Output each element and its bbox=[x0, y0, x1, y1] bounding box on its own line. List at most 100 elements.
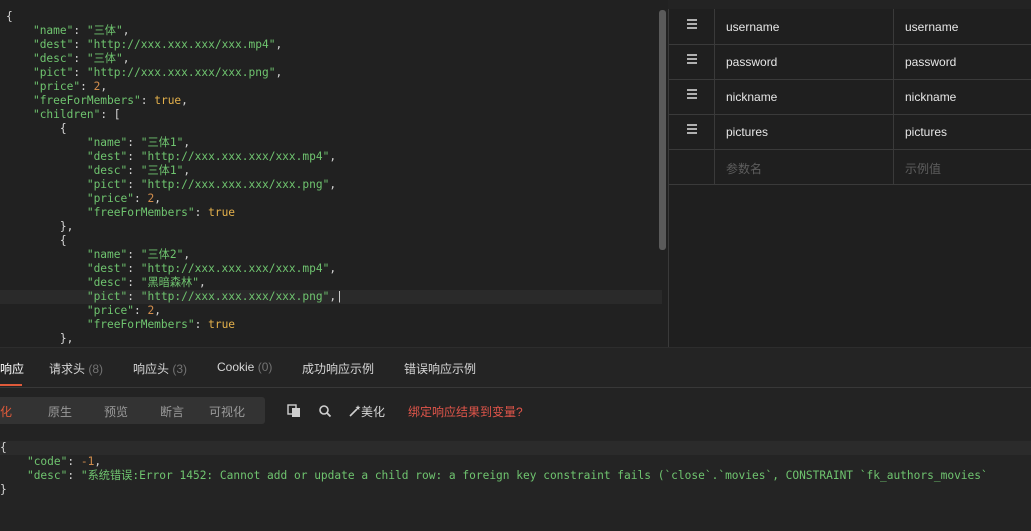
tab-error-example[interactable]: 错误响应示例 bbox=[404, 360, 476, 377]
count-badge: (0) bbox=[257, 360, 273, 374]
response-tabs: 响应 请求头 (8) 响应头 (3) Cookie (0) 成功响应示例 错误响… bbox=[0, 347, 1031, 388]
param-name-cell[interactable]: nickname bbox=[715, 79, 894, 114]
param-example-cell[interactable]: password bbox=[894, 44, 1031, 79]
format-pretty[interactable]: 美化 bbox=[0, 403, 12, 420]
beautify-label: 美化 bbox=[361, 405, 386, 419]
drag-handle-icon[interactable] bbox=[669, 9, 715, 44]
copy-icon[interactable] bbox=[287, 404, 301, 418]
code-token: , bbox=[122, 52, 130, 65]
param-name-input[interactable]: 参数名 bbox=[715, 149, 894, 184]
request-body-editor[interactable]: { "name": "三体", "dest": "http://xxx.xxx.… bbox=[0, 0, 668, 347]
code-token: , bbox=[154, 192, 161, 205]
code-line: "dest": "http://xxx.xxx.xxx/xxx.mp4", bbox=[6, 150, 662, 164]
code-token: "dest" bbox=[86, 262, 128, 275]
code-token: , bbox=[275, 38, 283, 51]
param-example-input[interactable]: 示例值 bbox=[894, 149, 1031, 184]
code-line: "pict": "http://xxx.xxx.xxx/xxx.png", bbox=[6, 66, 662, 80]
code-token: "price" bbox=[32, 80, 81, 93]
param-example-cell[interactable]: username bbox=[894, 9, 1031, 44]
format-visualize[interactable]: 可视化 bbox=[209, 403, 245, 420]
format-preview[interactable]: 预览 bbox=[104, 403, 128, 420]
param-row: pictures pictures bbox=[669, 114, 1031, 150]
code-token: }, bbox=[59, 220, 74, 233]
code-line: { bbox=[6, 10, 662, 24]
tab-request-headers[interactable]: 请求头 (8) bbox=[49, 360, 103, 377]
code-token: , bbox=[183, 136, 191, 149]
tab-success-example[interactable]: 成功响应示例 bbox=[302, 360, 374, 377]
code-line: "children": [ bbox=[6, 108, 662, 122]
code-token: : bbox=[133, 304, 148, 317]
code-token: : bbox=[67, 455, 81, 468]
code-line: "dest": "http://xxx.xxx.xxx/xxx.mp4", bbox=[6, 262, 662, 276]
tab-response[interactable]: 响应 bbox=[0, 360, 24, 377]
tab-cookie[interactable]: Cookie (0) bbox=[217, 360, 272, 374]
code-line: "pict": "http://xxx.xxx.xxx/xxx.png", bbox=[6, 178, 662, 192]
code-line: { bbox=[6, 122, 662, 136]
code-token: : bbox=[127, 262, 141, 275]
tab-response-headers[interactable]: 响应头 (3) bbox=[133, 360, 187, 377]
format-assert[interactable]: 断言 bbox=[160, 403, 184, 420]
code-token: { bbox=[0, 441, 7, 454]
code-token: "三体2" bbox=[140, 248, 184, 261]
param-example-cell[interactable]: nickname bbox=[894, 79, 1031, 114]
code-token: "系统错误:Error 1452: Cannot add or update a… bbox=[80, 469, 988, 482]
code-token: : bbox=[140, 94, 155, 107]
response-body[interactable]: { "code": -1, "desc": "系统错误:Error 1452: … bbox=[0, 440, 1031, 510]
format-switch: 美化 原生 预览 断言 可视化 bbox=[0, 397, 265, 424]
code-token: , bbox=[183, 248, 191, 261]
active-tab-indicator bbox=[0, 384, 22, 386]
code-token: , bbox=[181, 94, 188, 107]
format-raw[interactable]: 原生 bbox=[48, 403, 72, 420]
code-token: , bbox=[154, 304, 161, 317]
code-token: , bbox=[198, 276, 206, 289]
response-code: { "code": -1, "desc": "系统错误:Error 1452: … bbox=[0, 441, 1031, 497]
code-token: : bbox=[194, 206, 209, 219]
code-token: "dest" bbox=[86, 150, 128, 163]
param-example: username bbox=[905, 20, 959, 34]
code-line: "price": 2, bbox=[6, 80, 662, 94]
beautify-button[interactable]: 美化 bbox=[349, 403, 385, 420]
magic-wand-icon bbox=[349, 405, 361, 417]
search-icon[interactable] bbox=[318, 404, 332, 418]
editor-code: { "name": "三体", "dest": "http://xxx.xxx.… bbox=[0, 10, 662, 346]
code-token: true bbox=[208, 206, 236, 219]
code-token: -1 bbox=[80, 455, 95, 468]
param-row-new: 参数名 示例值 bbox=[669, 149, 1031, 185]
code-token: : bbox=[73, 52, 87, 65]
param-name-cell[interactable]: username bbox=[715, 9, 894, 44]
count-badge: (8) bbox=[88, 362, 104, 376]
code-line: "freeForMembers": true bbox=[6, 206, 662, 220]
code-token: "freeForMembers" bbox=[86, 318, 195, 331]
tab-label: Cookie bbox=[217, 360, 255, 374]
code-token: , bbox=[100, 80, 108, 93]
code-token: : bbox=[127, 136, 141, 149]
code-line: "name": "三体", bbox=[6, 24, 662, 38]
code-token: "http://xxx.xxx.xxx/xxx.png" bbox=[140, 178, 330, 191]
tab-label: 请求头 bbox=[49, 362, 86, 376]
param-name-cell[interactable]: password bbox=[715, 44, 894, 79]
bind-response-link[interactable]: 绑定响应结果到变量? bbox=[408, 403, 523, 420]
param-example-cell[interactable]: pictures bbox=[894, 114, 1031, 149]
code-token: : bbox=[127, 150, 141, 163]
param-row: password password bbox=[669, 44, 1031, 80]
code-token: , bbox=[94, 455, 102, 468]
param-example: pictures bbox=[905, 125, 948, 139]
code-token: "children" bbox=[32, 108, 101, 121]
code-token: : bbox=[127, 276, 141, 289]
drag-handle-icon[interactable] bbox=[669, 44, 715, 79]
param-row: username username bbox=[669, 9, 1031, 45]
code-token: "desc" bbox=[86, 276, 128, 289]
code-token: "pict" bbox=[86, 290, 128, 303]
drag-handle-icon[interactable] bbox=[669, 114, 715, 149]
code-token: , bbox=[122, 24, 130, 37]
editor-scrollbar[interactable] bbox=[659, 10, 666, 250]
code-token: : bbox=[73, 24, 87, 37]
code-token: : bbox=[80, 80, 94, 93]
code-token: "price" bbox=[86, 192, 134, 205]
code-token: { bbox=[6, 10, 13, 23]
drag-handle-icon[interactable] bbox=[669, 79, 715, 114]
code-token: "name" bbox=[86, 136, 128, 149]
code-line: "name": "三体2", bbox=[6, 248, 662, 262]
code-token: , bbox=[275, 66, 283, 79]
param-name-cell[interactable]: pictures bbox=[715, 114, 894, 149]
